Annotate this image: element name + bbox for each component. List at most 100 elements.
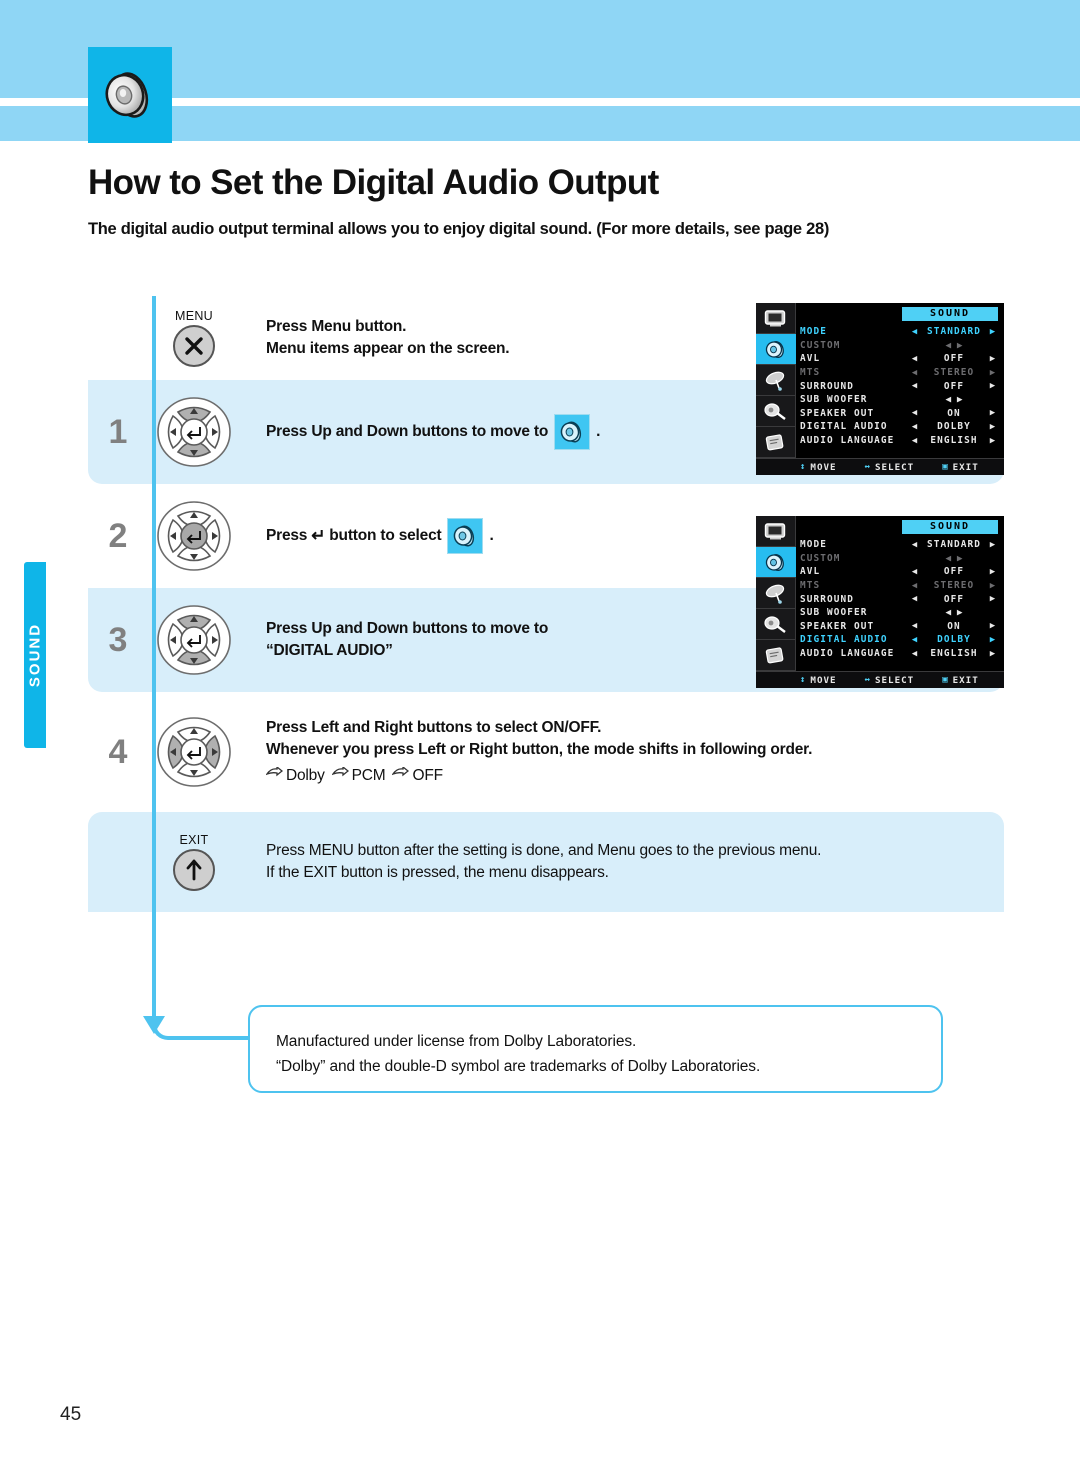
osd-row[interactable]: AVL ◀ OFF ▶ (800, 565, 1000, 579)
sidebar-section-tab-label: SOUND (26, 622, 44, 688)
osd-sidebar-item-sound[interactable] (756, 547, 796, 578)
osd-row-value: STEREO (933, 580, 975, 592)
right-arrow-icon[interactable]: ▶ (986, 635, 1000, 645)
left-arrow-icon[interactable]: ◀ (908, 381, 922, 391)
osd-sidebar-item-picture[interactable] (756, 516, 796, 547)
setup-icon (765, 433, 784, 450)
mode-order-item: OFF (412, 766, 443, 784)
dpad-enter-button[interactable] (148, 484, 240, 588)
right-arrow-icon[interactable]: ▶ (986, 621, 1000, 631)
left-arrow-icon[interactable]: ◀ (908, 408, 922, 418)
osd-row[interactable]: SURROUND ◀ OFF ▶ (800, 592, 1000, 606)
osd-row[interactable]: MTS ◀ STEREO ▶ (800, 366, 1000, 380)
osd-rows-1: MODE ◀ STANDARD ▶ CUSTOM ◀ ▶ AVL ◀ OFF ▶… (800, 325, 1000, 447)
left-arrow-icon[interactable]: ◀ (908, 436, 922, 446)
right-arrow-icon[interactable]: ▶ (986, 408, 1000, 418)
osd-row-label: CUSTOM (800, 552, 841, 564)
speaker-icon (765, 553, 784, 571)
osd-status-label: SELECT (874, 674, 915, 686)
right-arrow-icon[interactable]: ▶ (986, 436, 1000, 446)
speaker-icon (560, 421, 582, 443)
osd-sidebar-item-setup[interactable] (756, 396, 796, 427)
left-arrow-icon[interactable]: ◀ (908, 635, 922, 645)
osd-row-digital-audio[interactable]: DIGITAL AUDIO ◀ DOLBY ▶ (800, 633, 1000, 647)
step-text-line: Press MENU button after the setting is d… (266, 841, 822, 859)
right-arrow-icon[interactable]: ▶ (986, 368, 1000, 378)
osd-row-value: STANDARD (927, 326, 981, 338)
menu-square-icon: ▣ (942, 462, 949, 472)
osd-row[interactable]: DIGITAL AUDIO ◀ DOLBY ▶ (800, 420, 1000, 434)
right-arrow-icon[interactable]: ▶ (986, 649, 1000, 659)
osd-row-label: MODE (800, 539, 827, 551)
step-text-line: Whenever you press Left or Right button,… (266, 741, 813, 759)
osd-row[interactable]: SPEAKER OUT ◀ ON ▶ (800, 620, 1000, 634)
osd-row[interactable]: MODE ◀ STANDARD ▶ (800, 325, 1000, 339)
right-arrow-icon[interactable]: ▶ (986, 567, 1000, 577)
satellite-icon (765, 371, 785, 391)
enter-key-icon: ↵ (311, 525, 326, 545)
sidebar-section-tab-sound[interactable]: SOUND (24, 562, 46, 748)
left-arrow-icon[interactable]: ◀ (908, 368, 922, 378)
osd-row-value: OFF (943, 353, 965, 365)
right-arrow-icon[interactable]: ▶ (986, 327, 1000, 337)
osd-sidebar-item-channel[interactable] (756, 365, 796, 396)
osd-row-label: CUSTOM (800, 339, 841, 351)
dpad-up-down-button[interactable] (148, 588, 240, 692)
menu-button[interactable]: MENU (148, 296, 240, 380)
updown-arrow-icon: ↕ (800, 462, 807, 472)
osd-row[interactable]: CUSTOM ◀ ▶ (800, 339, 1000, 353)
osd-sidebar-item-channel[interactable] (756, 578, 796, 609)
flow-connector-elbow (152, 1000, 248, 1040)
flow-connector-arrow-icon (143, 1016, 165, 1034)
left-arrow-icon[interactable]: ◀ (908, 422, 922, 432)
osd-row-value: OFF (943, 380, 965, 392)
left-arrow-icon[interactable]: ◀ (908, 621, 922, 631)
left-arrow-icon[interactable]: ◀ (908, 594, 922, 604)
left-arrow-icon[interactable]: ◀ (908, 327, 922, 337)
step-number (88, 812, 148, 912)
dpad-left-right-button[interactable] (148, 692, 240, 812)
osd-row[interactable]: SUB WOOFER ◀ ▶ (800, 606, 1000, 620)
osd-row[interactable]: SPEAKER OUT ◀ ON ▶ (800, 407, 1000, 421)
osd-row[interactable]: SURROUND ◀ OFF ▶ (800, 379, 1000, 393)
osd-sidebar-item-sound[interactable] (756, 334, 796, 365)
left-arrow-icon[interactable]: ◀ (908, 567, 922, 577)
left-arrow-icon[interactable]: ◀ (908, 581, 922, 591)
right-arrow-icon[interactable]: ▶ (986, 422, 1000, 432)
left-arrow-icon[interactable]: ◀ (908, 354, 922, 364)
osd-row[interactable]: MTS ◀ STEREO ▶ (800, 579, 1000, 593)
right-arrow-icon[interactable]: ▶ (986, 594, 1000, 604)
step-text-part: Press Up and Down buttons to move to (266, 422, 549, 440)
step-text: Press MENU button after the setting is d… (240, 812, 1004, 912)
osd-row[interactable]: AVL ◀ OFF ▶ (800, 352, 1000, 366)
right-arrow-icon[interactable]: ▶ (986, 381, 1000, 391)
right-arrow-icon[interactable]: ▶ (986, 581, 1000, 591)
osd-row-label: SURROUND (800, 593, 854, 605)
osd-row-value: ON (947, 620, 961, 632)
osd-row[interactable]: SUB WOOFER ◀ ▶ (800, 393, 1000, 407)
right-arrow-icon[interactable]: ▶ (986, 540, 1000, 550)
osd-row-value: ◀ ▶ (945, 339, 963, 351)
left-arrow-icon[interactable]: ◀ (908, 540, 922, 550)
left-arrow-icon[interactable]: ◀ (908, 649, 922, 659)
osd-row-label: SPEAKER OUT (800, 407, 875, 419)
speaker-icon (765, 340, 784, 358)
osd-row[interactable]: AUDIO LANGUAGE ◀ ENGLISH ▶ (800, 647, 1000, 661)
exit-button[interactable]: EXIT (148, 812, 240, 912)
osd-row[interactable]: AUDIO LANGUAGE ◀ ENGLISH ▶ (800, 434, 1000, 448)
osd-sidebar-item-function[interactable] (756, 640, 796, 671)
osd-icon-sidebar (756, 516, 796, 671)
right-arrow-icon[interactable]: ▶ (986, 354, 1000, 364)
dpad-up-down-button[interactable] (148, 380, 240, 484)
step-number: 2 (108, 516, 128, 555)
osd-row[interactable]: CUSTOM ◀ ▶ (800, 552, 1000, 566)
osd-sidebar-item-setup[interactable] (756, 609, 796, 640)
step-text-part: Press (266, 526, 308, 544)
osd-sidebar-item-picture[interactable] (756, 303, 796, 334)
tv-osd-screenshot-2: SOUND MODE ◀ STANDARD ▶ CUSTOM ◀ ▶ AVL ◀… (756, 516, 1004, 688)
speaker-icon (105, 72, 149, 118)
x-icon (185, 337, 203, 355)
osd-row[interactable]: MODE ◀ STANDARD ▶ (800, 538, 1000, 552)
osd-sidebar-item-function[interactable] (756, 427, 796, 458)
menu-button-label: MENU (174, 309, 213, 323)
